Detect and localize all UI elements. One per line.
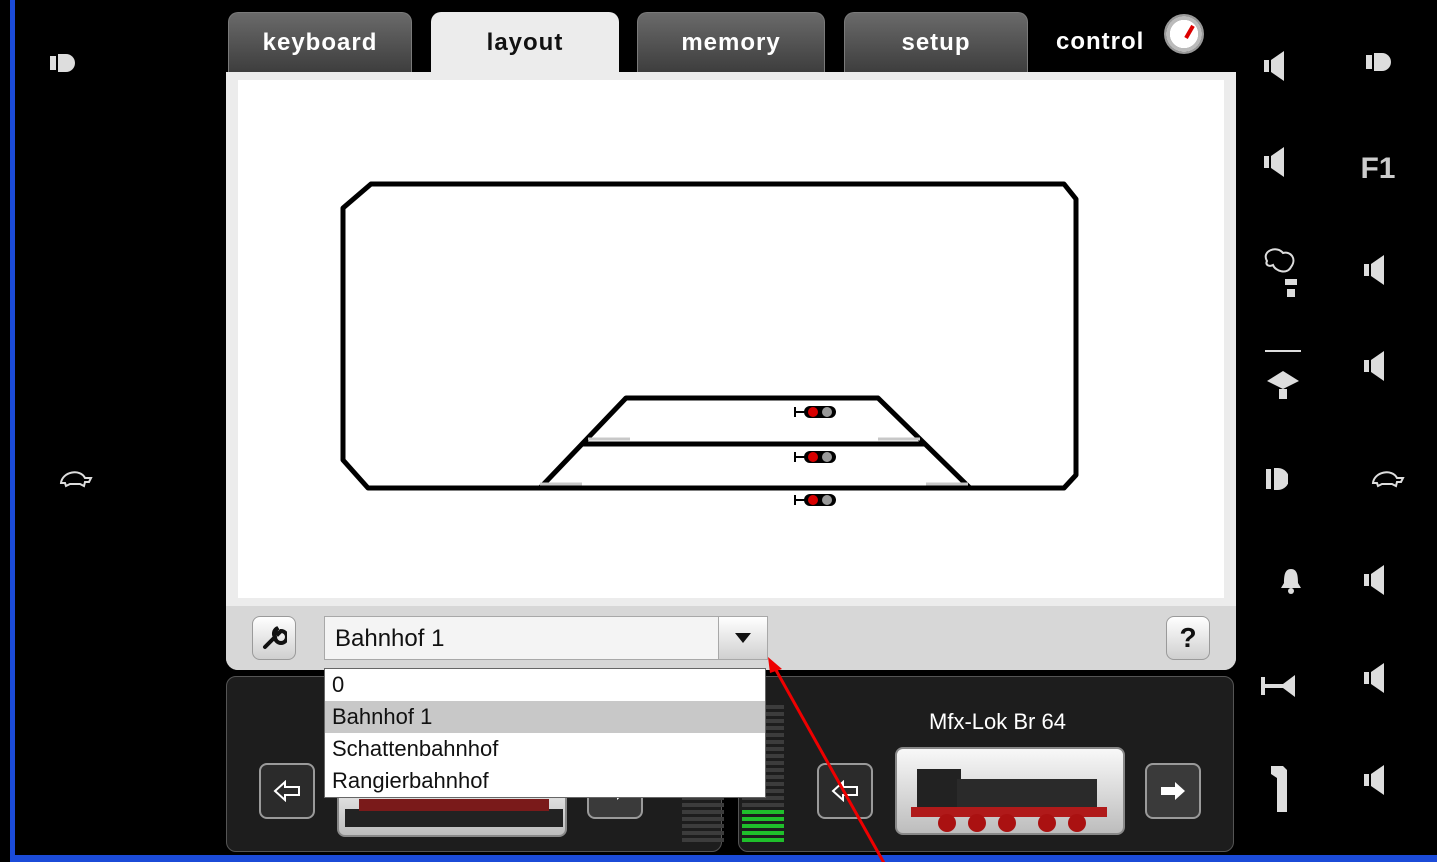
speaker-icon[interactable] — [1358, 560, 1392, 600]
f1-icon[interactable]: F1 — [1352, 150, 1404, 188]
layout-select-value: Bahnhof 1 — [335, 625, 445, 652]
dropdown-option[interactable]: Schattenbahnhof — [325, 733, 765, 765]
right-loco-panel: Mfx-Lok Br 64 — [738, 676, 1234, 852]
speaker-icon[interactable] — [1358, 250, 1392, 290]
tab-control[interactable]: control — [1044, 12, 1214, 74]
tab-layout-label: layout — [486, 29, 564, 56]
speaker-icon[interactable] — [1358, 760, 1392, 800]
turtle-icon[interactable] — [56, 462, 96, 492]
wrench-button[interactable] — [252, 616, 296, 660]
tab-memory-label: memory — [681, 29, 781, 56]
arrow-left-icon — [831, 780, 858, 802]
signal-icon[interactable] — [794, 492, 838, 508]
layout-toolbar: Bahnhof 1 ? — [226, 606, 1236, 670]
loco-name: Mfx-Lok Br 64 — [929, 709, 1066, 734]
layout-select[interactable]: Bahnhof 1 — [324, 616, 768, 660]
dropdown-option-selected[interactable]: Bahnhof 1 — [325, 701, 765, 733]
layout-panel: Bahnhof 1 ? — [226, 72, 1236, 670]
track-layout-canvas[interactable] — [238, 80, 1224, 598]
tab-setup-label: setup — [901, 29, 971, 56]
next-loco-button[interactable] — [1145, 763, 1201, 819]
prev-loco-button[interactable] — [259, 763, 315, 819]
help-label: ? — [1179, 622, 1197, 653]
speaker-icon[interactable] — [1258, 46, 1292, 86]
door-icon[interactable] — [1264, 762, 1294, 816]
loco-image-right[interactable] — [895, 747, 1125, 835]
light-icon[interactable] — [1360, 46, 1400, 78]
tab-setup[interactable]: setup — [844, 12, 1028, 74]
horn-icon[interactable] — [1254, 666, 1304, 706]
speaker-icon[interactable] — [1358, 346, 1392, 386]
f1-label: F1 — [1360, 152, 1396, 185]
gauge-icon — [1164, 14, 1204, 54]
chevron-down-icon — [735, 633, 751, 643]
arrow-left-icon — [273, 780, 300, 802]
tab-layout[interactable]: layout — [431, 12, 619, 80]
tab-memory[interactable]: memory — [637, 12, 825, 74]
prev-loco-button[interactable] — [817, 763, 873, 819]
light-icon[interactable] — [44, 48, 84, 78]
turtle-icon[interactable] — [1364, 462, 1412, 492]
tab-control-label: control — [1056, 28, 1145, 55]
window-left-border — [10, 0, 15, 862]
bell-icon[interactable] — [1276, 560, 1306, 600]
tab-keyboard-label: keyboard — [262, 29, 378, 56]
smoke-icon[interactable] — [1258, 244, 1304, 300]
layout-select-toggle[interactable] — [718, 616, 768, 660]
speaker-icon[interactable] — [1358, 658, 1392, 698]
help-button[interactable]: ? — [1166, 616, 1210, 660]
signal-icon[interactable] — [794, 449, 838, 465]
half-moon-icon[interactable] — [1260, 462, 1294, 496]
speaker-icon[interactable] — [1258, 142, 1292, 182]
dropdown-option[interactable]: Rangierbahnhof — [325, 765, 765, 797]
wrench-icon — [263, 626, 287, 649]
crane-icon[interactable] — [1258, 346, 1308, 402]
signal-icon[interactable] — [794, 404, 838, 420]
layout-dropdown-list[interactable]: 0 Bahnhof 1 Schattenbahnhof Rangierbahnh… — [324, 668, 766, 798]
dropdown-option[interactable]: 0 — [325, 669, 765, 701]
tab-keyboard[interactable]: keyboard — [228, 12, 412, 74]
arrow-right-icon — [1161, 782, 1185, 800]
window-bottom-border — [10, 855, 1437, 862]
